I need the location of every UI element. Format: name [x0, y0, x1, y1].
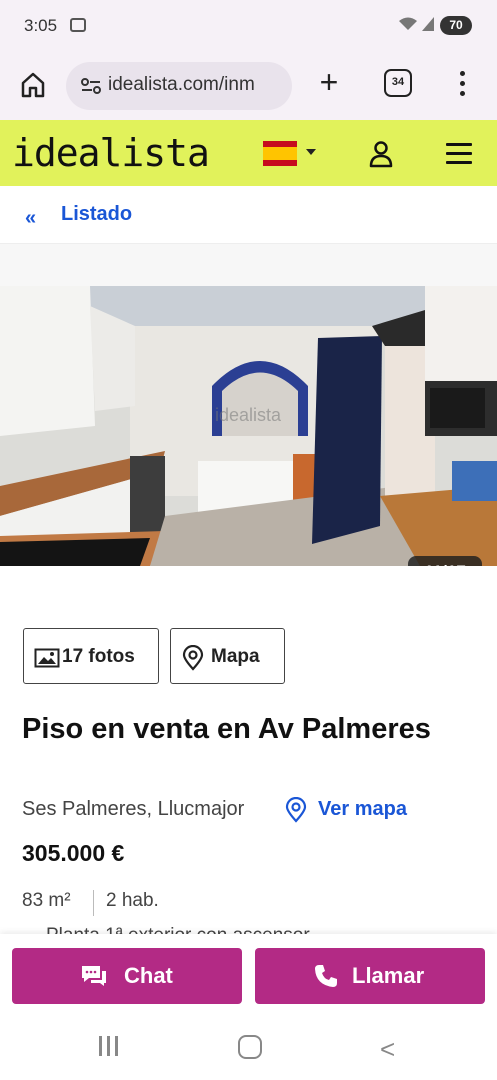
feature-area: 83 m²: [22, 890, 71, 911]
breadcrumb: « Listado: [0, 186, 497, 244]
status-time: 3:05: [24, 16, 58, 35]
spain-flag-stripe: [263, 147, 297, 160]
home-icon[interactable]: [18, 70, 48, 100]
view-map-link[interactable]: Ver mapa: [318, 798, 407, 821]
separator: [0, 244, 497, 286]
user-icon[interactable]: [368, 140, 394, 168]
listing-title: Piso en venta en Av Palmeres: [22, 713, 431, 745]
system-navigation: <: [0, 1020, 497, 1080]
photos-button[interactable]: 17 fotos: [23, 628, 159, 684]
chat-button[interactable]: Chat: [12, 948, 242, 1004]
back-to-listing-link[interactable]: Listado: [61, 203, 132, 226]
feature-divider: [93, 890, 94, 916]
map-pin-icon[interactable]: [285, 797, 307, 823]
map-button[interactable]: Mapa: [170, 628, 285, 684]
listing-photo[interactable]: idealista: [0, 286, 497, 566]
chevron-down-icon[interactable]: [306, 149, 316, 155]
system-back-icon[interactable]: <: [380, 1034, 395, 1065]
menu-icon[interactable]: [454, 68, 470, 100]
status-bar: 3:05 70: [0, 0, 497, 52]
pin-icon: [182, 645, 204, 671]
site-header: idealista: [0, 120, 497, 186]
feature-rooms: 2 hab.: [106, 890, 159, 911]
system-home-icon[interactable]: [238, 1035, 262, 1059]
call-button-label: Llamar: [352, 963, 425, 988]
photo-watermark: idealista: [215, 405, 282, 425]
call-button[interactable]: Llamar: [255, 948, 485, 1004]
recent-apps-icon[interactable]: [99, 1036, 123, 1058]
listing-location: Ses Palmeres, Llucmajor: [22, 798, 245, 820]
double-chevron-left-icon[interactable]: «: [25, 207, 36, 230]
listing-details: [0, 566, 497, 940]
chat-button-label: Chat: [124, 963, 173, 988]
photos-button-label: 17 fotos: [62, 646, 135, 667]
signal-icon: [422, 17, 434, 31]
address-bar[interactable]: idealista.com/inm: [66, 62, 292, 110]
image-icon: [34, 648, 60, 668]
wifi-icon: [399, 17, 417, 30]
phone-icon: [315, 965, 337, 987]
chat-icon: [82, 966, 106, 986]
browser-toolbar: idealista.com/inm + 34: [0, 52, 497, 120]
site-settings-icon[interactable]: [80, 77, 102, 95]
new-tab-icon[interactable]: +: [314, 66, 344, 98]
map-button-label: Mapa: [211, 646, 260, 667]
screen-record-icon: [70, 18, 86, 32]
hamburger-icon[interactable]: [446, 143, 472, 165]
url-text: idealista.com/inm: [108, 74, 255, 95]
kitchen-photo: idealista: [0, 286, 497, 566]
idealista-logo[interactable]: idealista: [12, 131, 210, 175]
tabs-icon[interactable]: 34: [384, 69, 412, 97]
contact-bar: Chat Llamar: [0, 934, 497, 1020]
battery-icon: 70: [440, 16, 472, 35]
listing-price: 305.000 €: [22, 840, 125, 866]
